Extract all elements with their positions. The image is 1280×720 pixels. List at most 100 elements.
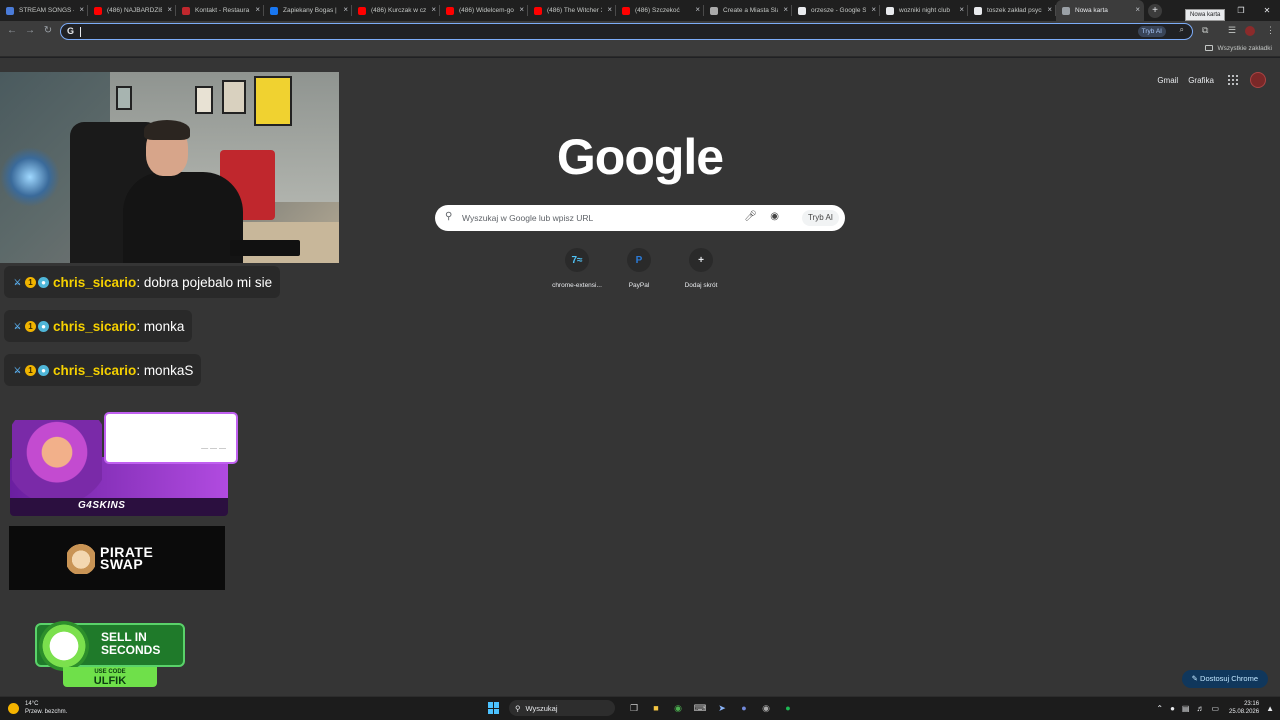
discord-icon[interactable]: ● <box>737 701 751 715</box>
search-input[interactable]: Wyszukaj w Google lub wpisz URL <box>462 213 593 223</box>
gmail-link[interactable]: Gmail <box>1157 76 1178 85</box>
chrome-icon[interactable]: ◉ <box>671 701 685 715</box>
reload-icon[interactable]: ↻ <box>42 25 54 36</box>
obs-icon[interactable]: ◉ <box>759 701 773 715</box>
browser-tab[interactable]: Kontakt - Restaura × <box>176 0 264 21</box>
menu-icon[interactable]: ⋮ <box>1266 25 1275 36</box>
close-tab-icon[interactable]: × <box>607 5 612 15</box>
taskbar-clock[interactable]: 23:16 25.08.2026 <box>1229 700 1259 716</box>
steam-icon[interactable]: ➤ <box>715 701 729 715</box>
account-avatar[interactable] <box>1250 72 1266 88</box>
browser-tab[interactable]: Zapiekany Bogas | × <box>264 0 352 21</box>
images-link[interactable]: Grafika <box>1188 76 1214 85</box>
browser-tab[interactable]: Nowa karta × <box>1056 0 1144 21</box>
close-tab-icon[interactable]: × <box>519 5 524 15</box>
close-tab-icon[interactable]: × <box>871 5 876 15</box>
browser-tab[interactable]: (486) Widelcem-go × <box>440 0 528 21</box>
sword-badge-icon: ⚔ <box>13 277 22 287</box>
omnibox-ai-mode-button[interactable]: Tryb AI <box>1137 26 1166 37</box>
search-icon: ⚲ <box>445 211 453 222</box>
ai-mode-button[interactable]: Tryb AI <box>801 210 839 226</box>
close-tab-icon[interactable]: × <box>431 5 436 15</box>
pirateswap-logo: PIRATE SWAP <box>100 544 154 572</box>
browser-tab[interactable]: (486) NAJBARDZIEJ × <box>88 0 176 21</box>
tab-title: orzesze - Google Se <box>811 7 866 14</box>
close-tab-icon[interactable]: × <box>1047 5 1052 15</box>
browser-tab[interactable]: orzesze - Google Se × <box>792 0 880 21</box>
browser-tab[interactable]: toszek zakład psych × <box>968 0 1056 21</box>
windows-start-icon[interactable] <box>488 702 500 714</box>
notifications-icon[interactable]: ▲ <box>1266 704 1274 713</box>
webcam-feed <box>0 72 339 263</box>
customize-chrome-label: Dostosuj Chrome <box>1200 674 1258 683</box>
back-icon[interactable]: ← <box>6 25 18 36</box>
tab-strip: STREAM SONGS – D×(486) NAJBARDZIEJ×Konta… <box>0 0 1280 21</box>
address-bar[interactable]: G Tryb AI ⌕ <box>60 23 1193 40</box>
microphone-icon[interactable]: 🎤︎ <box>744 211 757 222</box>
close-tab-icon[interactable]: × <box>343 5 348 15</box>
profile-avatar[interactable] <box>1245 26 1255 36</box>
tab-title: toszek zakład psych <box>987 7 1042 14</box>
webcam-streamer <box>118 120 243 263</box>
microphone-tray-icon[interactable]: ● <box>1170 704 1175 713</box>
browser-tab[interactable]: (486) Kurczak w czo × <box>352 0 440 21</box>
browser-tab[interactable]: STREAM SONGS – D × <box>0 0 88 21</box>
ball-badge-icon: ● <box>38 364 49 376</box>
forward-icon[interactable]: → <box>24 25 36 36</box>
tab-title: (486) The Witcher 3 <box>547 7 602 14</box>
network-icon[interactable]: ▤ <box>1182 704 1190 713</box>
weather-sun-icon <box>8 702 19 714</box>
chrome-extension-icon: 7≈ <box>565 248 589 272</box>
tab-favicon-icon <box>886 6 894 15</box>
tab-title: (486) Widelcem-go <box>459 7 514 14</box>
tab-title: wozniki night club <box>899 7 950 14</box>
browser-tab[interactable]: (486) Szczekoć × <box>616 0 704 21</box>
close-tab-icon[interactable]: × <box>783 5 788 15</box>
close-tab-icon[interactable]: × <box>1135 5 1140 15</box>
paypal-icon: P <box>627 248 651 272</box>
close-tab-icon[interactable]: × <box>695 5 700 15</box>
new-tab-button[interactable]: + <box>1148 3 1162 18</box>
promo-code: USE CODE ULFIK <box>63 667 157 687</box>
volume-icon[interactable]: ♬ <box>1196 704 1204 713</box>
terminal-icon[interactable]: ⌨ <box>693 701 707 715</box>
maximize-icon[interactable]: ❐ <box>1228 0 1254 21</box>
tab-title: (486) NAJBARDZIEJ <box>107 7 162 14</box>
google-apps-icon[interactable] <box>1228 75 1238 85</box>
close-tab-icon[interactable]: × <box>959 5 964 15</box>
weather-widget[interactable]: 14°C Przew. bezchm. <box>8 700 67 716</box>
close-window-icon[interactable]: ✕ <box>1254 0 1280 21</box>
tab-title: (486) Kurczak w czo <box>371 7 426 14</box>
spotify-icon[interactable]: ● <box>781 701 795 715</box>
tray-overflow-icon[interactable]: ⌃ <box>1156 704 1163 713</box>
webcam-keyboard <box>230 240 300 256</box>
shortcut-label: chrome-extensi... <box>552 282 602 289</box>
webcam-poster <box>116 86 132 110</box>
taskbar-search[interactable]: ⚲ Wyszukaj <box>509 700 615 716</box>
chat-text: : monka <box>136 318 185 334</box>
promo-headline: SELL IN SECONDS <box>101 630 161 657</box>
battery-icon[interactable]: ▭ <box>1211 704 1219 713</box>
close-tab-icon[interactable]: × <box>167 5 172 15</box>
google-lens-icon[interactable]: ◉ <box>770 211 779 222</box>
shortcut-tile[interactable]: P PayPal <box>608 248 670 289</box>
customize-chrome-button[interactable]: ✎ Dostosuj Chrome <box>1181 670 1268 688</box>
shortcut-tile[interactable]: 7≈ chrome-extensi... <box>546 248 608 289</box>
coin-badge-icon: 1 <box>25 276 36 288</box>
browser-tab[interactable]: Create a Miasta Ślą × <box>704 0 792 21</box>
task-view-icon[interactable]: ❐ <box>627 701 641 715</box>
shortcut-tile[interactable]: + Dodaj skrót <box>670 248 732 289</box>
media-icon[interactable]: ☰ <box>1228 25 1236 36</box>
search-box[interactable]: ⚲ Wyszukaj w Google lub wpisz URL 🎤︎ ◉ T… <box>435 205 845 231</box>
tab-favicon-icon <box>622 6 630 15</box>
close-tab-icon[interactable]: × <box>79 5 84 15</box>
shortcut-label: PayPal <box>628 282 650 289</box>
zoom-icon[interactable]: ⌕ <box>1180 25 1184 35</box>
browser-tab[interactable]: (486) The Witcher 3 × <box>528 0 616 21</box>
browser-tab[interactable]: wozniki night club × <box>880 0 968 21</box>
close-tab-icon[interactable]: × <box>255 5 260 15</box>
all-bookmarks-button[interactable]: Wszystkie zakładki <box>1205 45 1272 52</box>
extensions-icon[interactable]: ⧉ <box>1202 25 1208 36</box>
file-explorer-icon[interactable]: ■ <box>649 701 663 715</box>
windows-taskbar: 14°C Przew. bezchm. ⚲ Wyszukaj ❐ ■ ◉ ⌨ ➤ … <box>0 696 1280 720</box>
